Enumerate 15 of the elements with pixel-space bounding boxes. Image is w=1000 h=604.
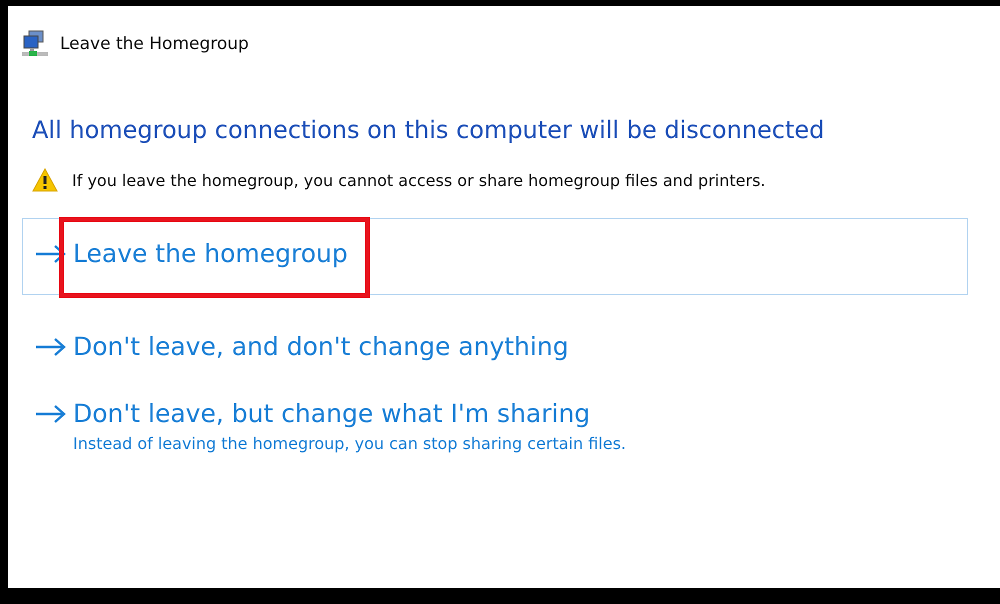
option-description: Instead of leaving the homegroup, you can stop sharing certain files. bbox=[73, 434, 627, 453]
option-label: Leave the homegroup bbox=[73, 239, 348, 268]
arrow-icon bbox=[35, 244, 67, 264]
command-link[interactable]: Don't leave, but change what I'm sharing Instead of leaving the homegroup, you can stop sharing certain files. bbox=[22, 398, 968, 454]
heading: All homegroup connections on this computer will be disconnected bbox=[32, 116, 826, 144]
command-link[interactable]: Don't leave, and don't change anything bbox=[22, 331, 968, 362]
arrow-icon bbox=[35, 336, 67, 356]
command-link[interactable]: Leave the homegroup bbox=[22, 218, 968, 295]
arrow-icon bbox=[35, 404, 67, 424]
warning-text: If you leave the homegroup, you cannot access or share homegroup files and printers. bbox=[72, 170, 766, 190]
network-computers-icon bbox=[22, 30, 48, 58]
window-title: Leave the Homegroup bbox=[60, 34, 249, 54]
option-label: Don't leave, but change what I'm sharing bbox=[73, 399, 590, 428]
warning-icon bbox=[32, 168, 58, 192]
option-label: Don't leave, and don't change anything bbox=[73, 332, 569, 361]
